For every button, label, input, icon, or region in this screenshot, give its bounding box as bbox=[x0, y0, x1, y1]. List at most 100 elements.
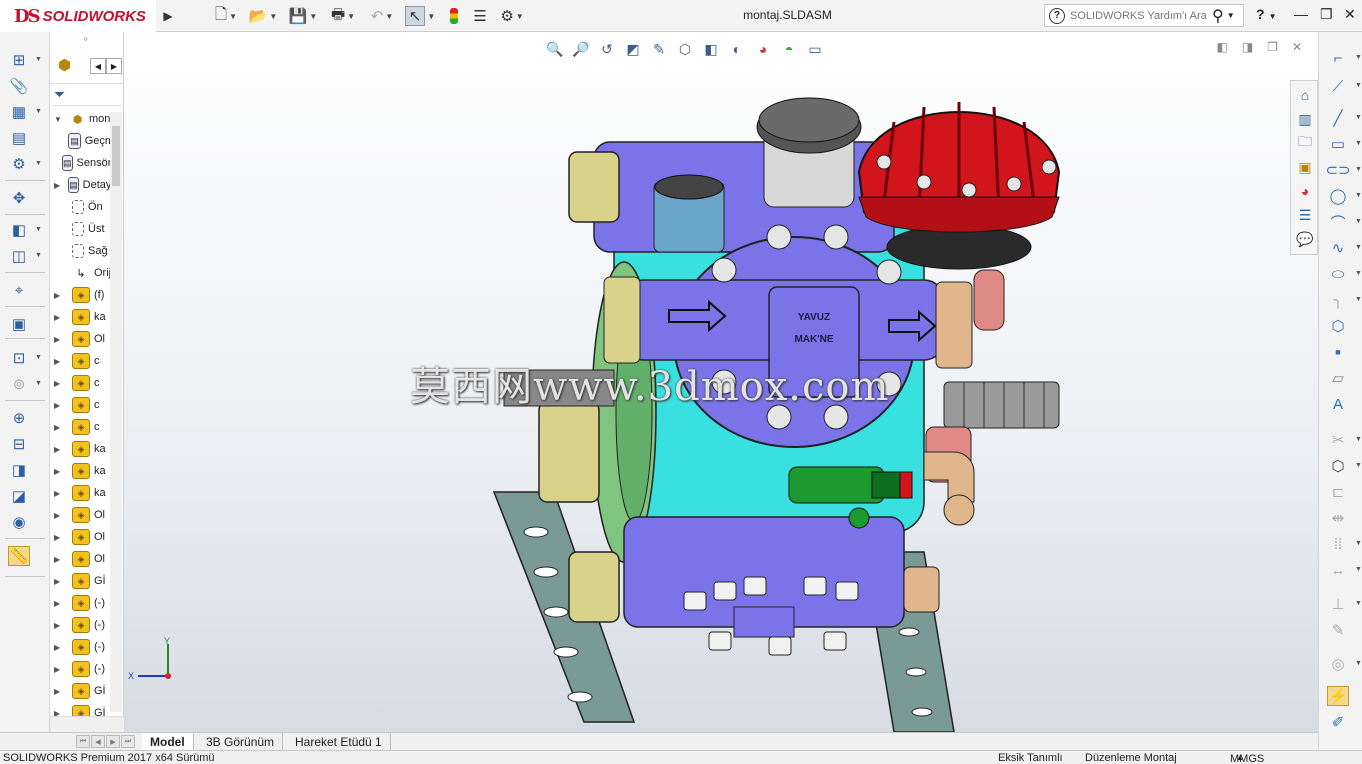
display-relations-icon[interactable]: ⊥ bbox=[1327, 594, 1349, 614]
tree-expand-icon[interactable]: ▶ bbox=[54, 599, 64, 608]
new-document-button[interactable]: 🗋 ▼ bbox=[210, 5, 242, 27]
take-snapshot-icon[interactable]: ◨ bbox=[8, 460, 30, 480]
tree-expand-icon[interactable]: ▶ bbox=[54, 335, 64, 344]
insert-components-icon[interactable]: ⊞ bbox=[8, 50, 30, 70]
design-library-icon[interactable]: ▥ bbox=[1294, 109, 1316, 129]
undo-button[interactable]: ↶ ▼ bbox=[366, 5, 398, 27]
tab-model[interactable]: Model bbox=[142, 733, 194, 751]
new-motion-study-icon[interactable]: ▣ bbox=[8, 314, 30, 334]
tab-last-icon[interactable]: ⏭ bbox=[121, 735, 135, 748]
tree-expand-icon[interactable]: ▶ bbox=[54, 665, 64, 674]
tab-scroll-right-icon[interactable]: ▶ bbox=[106, 58, 122, 74]
spline-icon[interactable]: ∿ bbox=[1327, 238, 1349, 258]
point-icon[interactable]: ■ bbox=[1327, 342, 1349, 362]
search-dropdown-icon[interactable]: ▼ bbox=[1227, 11, 1235, 20]
smart-dimension-icon[interactable]: ⟋ bbox=[1327, 76, 1349, 96]
rapid-sketch-icon[interactable]: ⚡ bbox=[1327, 686, 1349, 706]
tree-expand-icon[interactable]: ▶ bbox=[54, 621, 64, 630]
home-icon[interactable]: ⌂ bbox=[1294, 85, 1316, 105]
linear-pattern-icon[interactable]: ▤ bbox=[8, 128, 30, 148]
sketch-icon[interactable]: ⌐ bbox=[1327, 48, 1349, 68]
options-button[interactable]: ⚙ ▼ bbox=[496, 5, 528, 27]
circle-icon[interactable]: ◯ bbox=[1327, 186, 1349, 206]
view-palette-icon[interactable]: ▣ bbox=[1294, 157, 1316, 177]
tree-expand-icon[interactable]: ▶ bbox=[54, 467, 64, 476]
arc-icon[interactable]: ⌒ bbox=[1327, 212, 1349, 232]
appearances-icon[interactable]: ◕ bbox=[1294, 181, 1316, 201]
smart-fasteners-icon[interactable]: ⚙ bbox=[8, 154, 30, 174]
solidworks-logo[interactable]: DS SOLIDWORKS bbox=[0, 0, 156, 32]
help-search-box[interactable]: ? ⚲ ▼ bbox=[1044, 4, 1244, 27]
convert-entities-icon[interactable]: ⬡ bbox=[1327, 456, 1349, 476]
save-button[interactable]: 💾 ▼ bbox=[286, 5, 320, 27]
file-explorer-icon[interactable]: 🗀 bbox=[1294, 133, 1316, 153]
rebuild-button[interactable] bbox=[446, 5, 462, 27]
tree-expand-icon[interactable]: ▶ bbox=[54, 489, 64, 498]
tree-expand-icon[interactable]: ▶ bbox=[54, 181, 60, 190]
show-hidden-icon[interactable]: ◧ bbox=[8, 220, 30, 240]
tree-expand-icon[interactable]: ▶ bbox=[54, 511, 64, 520]
open-button[interactable]: 📂 ▼ bbox=[246, 5, 280, 27]
measure-icon[interactable]: 📏 bbox=[8, 546, 30, 566]
line-icon[interactable]: ╱ bbox=[1327, 108, 1349, 128]
restore-button[interactable]: ❐ bbox=[1320, 6, 1333, 23]
tree-expand-icon[interactable]: ▶ bbox=[54, 379, 64, 388]
tree-expand-icon[interactable]: ▶ bbox=[54, 533, 64, 542]
slot-icon[interactable]: ⊂⊃ bbox=[1325, 160, 1350, 180]
file-properties-button[interactable]: ☰ bbox=[470, 5, 490, 27]
update-speedpak-icon[interactable]: ⊟ bbox=[8, 434, 30, 454]
trim-icon[interactable]: ✂ bbox=[1327, 430, 1349, 450]
tree-expand-icon[interactable]: ▶ bbox=[54, 643, 64, 652]
move-component-icon[interactable]: ✥ bbox=[8, 188, 30, 208]
tree-scroll-thumb[interactable] bbox=[112, 126, 120, 186]
large-assembly-icon[interactable]: ◪ bbox=[8, 486, 30, 506]
tree-expand-icon[interactable]: ▶ bbox=[54, 423, 64, 432]
polygon-icon[interactable]: ⬡ bbox=[1327, 316, 1349, 336]
tree-vertical-scrollbar[interactable] bbox=[110, 112, 122, 712]
filter-icon[interactable]: ⏷ bbox=[54, 86, 65, 103]
minimize-button[interactable]: — bbox=[1294, 6, 1308, 22]
tree-expand-icon[interactable]: ▶ bbox=[54, 357, 64, 366]
graphics-area[interactable]: 🔍 🔎 ↺ ◩ ✎ ⬡ ◧ ◐ ◕ ◓ ▭ ◧ ◨ ❐ ✕ YAVUZ MAK'… bbox=[124, 32, 1318, 732]
tab-first-icon[interactable]: ⏮ bbox=[76, 735, 90, 748]
bill-of-materials-icon[interactable]: ⊡ bbox=[8, 348, 30, 368]
tab-3d-view[interactable]: 3B Görünüm bbox=[198, 733, 284, 751]
tab-prev-icon[interactable]: ◀ bbox=[91, 735, 105, 748]
quick-snaps-icon[interactable]: ◎ bbox=[1327, 654, 1349, 674]
print-button[interactable]: 🖶 ▼ bbox=[326, 5, 360, 27]
linear-sketch-pattern-icon[interactable]: ⁞⁞ bbox=[1327, 534, 1349, 554]
tree-expand-icon[interactable]: ▼ bbox=[54, 115, 62, 124]
tab-scroll-left-icon[interactable]: ◀ bbox=[90, 58, 106, 74]
reference-geometry-icon[interactable]: ⌖ bbox=[8, 280, 30, 300]
help-menu-button[interactable]: ? ▼ bbox=[1256, 6, 1276, 22]
search-icon[interactable]: ⚲ bbox=[1212, 6, 1224, 26]
select-button[interactable]: ↖ ▼ bbox=[403, 5, 437, 27]
forum-icon[interactable]: 💬 bbox=[1294, 229, 1316, 249]
tab-motion-study[interactable]: Hareket Etüdü 1 bbox=[287, 733, 391, 751]
component-preview-icon[interactable]: ▦ bbox=[8, 102, 30, 122]
custom-properties-icon[interactable]: ☰ bbox=[1294, 205, 1316, 225]
rectangle-icon[interactable]: ▭ bbox=[1327, 134, 1349, 154]
tree-filter[interactable]: ⏷ bbox=[52, 84, 122, 106]
mate-icon[interactable]: 📎 bbox=[8, 76, 30, 96]
menu-expand-arrow-icon[interactable]: ▶ bbox=[158, 0, 178, 32]
tab-next-icon[interactable]: ▶ bbox=[106, 735, 120, 748]
tree-expand-icon[interactable]: ▶ bbox=[54, 445, 64, 454]
text-icon[interactable]: A bbox=[1327, 394, 1349, 414]
tree-expand-icon[interactable]: ▶ bbox=[54, 401, 64, 410]
assembly-features-icon[interactable]: ◫ bbox=[8, 246, 30, 266]
help-search-input[interactable] bbox=[1070, 9, 1210, 22]
instant3d-icon[interactable]: ⊕ bbox=[8, 408, 30, 428]
offset-entities-icon[interactable]: ⊏ bbox=[1327, 482, 1349, 502]
tree-expand-icon[interactable]: ▶ bbox=[54, 313, 64, 322]
tree-expand-icon[interactable]: ▶ bbox=[54, 291, 64, 300]
ellipse-icon[interactable]: ⬭ bbox=[1327, 264, 1349, 284]
exploded-view-icon[interactable]: ⊚ bbox=[8, 374, 30, 394]
tree-expand-icon[interactable]: ▶ bbox=[54, 555, 64, 564]
plane-icon[interactable]: ▱ bbox=[1327, 368, 1349, 388]
move-entities-icon[interactable]: ↔ bbox=[1327, 560, 1349, 580]
tree-expand-icon[interactable]: ▶ bbox=[54, 577, 64, 586]
close-button[interactable]: ✕ bbox=[1344, 6, 1356, 23]
tree-expand-icon[interactable]: ▶ bbox=[54, 687, 64, 696]
repair-sketch-icon[interactable]: ✎ bbox=[1327, 620, 1349, 640]
